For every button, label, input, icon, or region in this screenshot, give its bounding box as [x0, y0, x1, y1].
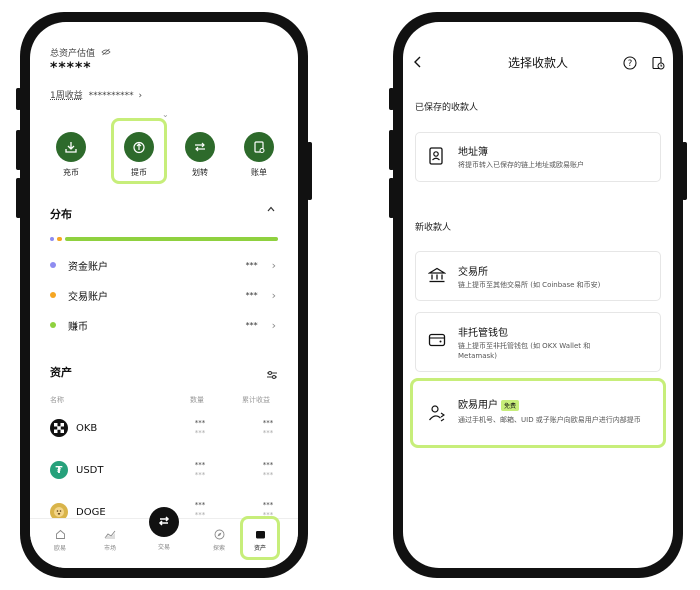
wallet-icon: [255, 531, 265, 539]
distribution-item-trading[interactable]: 交易账户 *** ›: [50, 286, 276, 304]
asset-name: DOGE: [76, 506, 106, 518]
wallet-card[interactable]: 非托管钱包 链上提币至非托管钱包 (如 OKX Wallet 和 Metamas…: [415, 312, 661, 372]
chevron-right-icon: ›: [271, 288, 276, 302]
asset-row-usdt[interactable]: ₮ USDT: [50, 458, 276, 482]
asset-pnl: *** ***: [262, 419, 274, 437]
chevron-right-icon: ›: [138, 91, 143, 101]
okx-user-title: 欧易用户: [458, 400, 498, 411]
phone-frame-left: 总资产估值 ***** 1周收益 ********** › ⌄ 充币 提币 划转…: [16, 12, 312, 578]
total-assets-row: 总资产估值: [50, 46, 111, 59]
column-qty-header: 数量: [190, 396, 204, 404]
column-name-header: 名称: [50, 396, 64, 404]
asset-qty: *** ***: [194, 419, 206, 437]
total-assets-value: *****: [50, 60, 92, 76]
exchange-title: 交易所: [458, 267, 488, 278]
bills-label: 账单: [251, 168, 267, 177]
deposit-button[interactable]: 充币: [47, 132, 95, 178]
chevron-right-icon: ›: [271, 318, 276, 332]
week-pnl-value: **********: [88, 91, 134, 101]
transfer-button[interactable]: 划转: [176, 132, 224, 178]
bills-button[interactable]: 账单: [235, 132, 283, 178]
asset-pnl: *** ***: [262, 461, 274, 479]
distribution-item-funding[interactable]: 资金账户 *** ›: [50, 256, 276, 274]
tab-market[interactable]: 市场: [90, 529, 130, 552]
svg-text:?: ?: [628, 59, 633, 69]
filter-icon[interactable]: [266, 365, 278, 384]
chevron-up-icon[interactable]: [266, 205, 276, 216]
tab-label: 资产: [253, 545, 266, 552]
wallet-desc: 链上提币至非托管钱包 (如 OKX Wallet 和 Metamask): [458, 342, 591, 360]
new-recipients-header: 新收款人: [415, 223, 452, 233]
wallet-title: 非托管钱包: [458, 328, 508, 339]
asset-row-okb[interactable]: OKB: [50, 416, 276, 440]
distribution-title: 分布: [50, 208, 72, 221]
tab-trade[interactable]: 交易: [144, 507, 184, 551]
address-book-title: 地址簿: [458, 147, 488, 158]
wallet-icon: [428, 332, 446, 352]
home-icon: [55, 529, 65, 539]
distribution-item-value: ***: [245, 290, 258, 300]
distribution-item-earn[interactable]: 赚币 *** ›: [50, 316, 276, 334]
transfer-icon: [185, 132, 215, 162]
market-chart-icon: [104, 530, 116, 539]
user-transfer-icon: [428, 404, 446, 426]
bottom-tab-bar: 欧易 市场 交易 探索 资产: [30, 507, 298, 568]
select-recipient-screen: 选择收款人 ? 已保存的收款人 地址簿 将提币转入已保存的链上地址或欧易账户 新…: [403, 22, 673, 568]
column-pnl-header: 累计收益: [242, 396, 270, 404]
chevron-down-icon: ⌄: [162, 110, 169, 119]
deposit-label: 充币: [63, 168, 79, 177]
address-book-card[interactable]: 地址簿 将提币转入已保存的链上地址或欧易账户: [415, 132, 661, 182]
usdt-icon: ₮: [50, 461, 68, 479]
trade-swap-icon: [149, 507, 179, 537]
tab-label: 市场: [103, 545, 116, 552]
assets-screen: 总资产估值 ***** 1周收益 ********** › ⌄ 充币 提币 划转…: [30, 22, 298, 568]
assets-title: 资产: [50, 366, 72, 379]
distribution-item-value: ***: [245, 260, 258, 270]
okx-user-card[interactable]: 欧易用户 免费 通过手机号、邮箱、UID 或子账户向欧易用户进行内部提币: [415, 383, 661, 443]
distribution-item-value: ***: [245, 320, 258, 330]
okb-icon: [50, 419, 68, 437]
transfer-label: 划转: [192, 168, 208, 177]
bill-icon: [244, 132, 274, 162]
distribution-item-label: 交易账户: [68, 291, 108, 303]
tab-assets[interactable]: 资产: [240, 529, 280, 552]
phone-frame-right: 选择收款人 ? 已保存的收款人 地址簿 将提币转入已保存的链上地址或欧易账户 新…: [389, 12, 687, 578]
exchange-desc: 链上提币至其他交易所 (如 Coinbase 和币安): [458, 281, 601, 289]
asset-qty: *** ***: [194, 501, 206, 519]
address-book-icon: [428, 147, 444, 169]
asset-name: USDT: [76, 464, 104, 476]
asset-name: OKB: [76, 422, 98, 434]
distribution-item-label: 资金账户: [68, 261, 108, 273]
withdraw-icon: [124, 132, 154, 162]
saved-recipients-header: 已保存的收款人: [415, 103, 479, 113]
free-badge: 免费: [501, 399, 520, 411]
asset-qty: *** ***: [194, 461, 206, 479]
compass-icon: [214, 529, 224, 540]
okx-user-title-row: 欧易用户 免费: [458, 396, 520, 411]
tab-label: 欧易: [53, 545, 66, 552]
tab-explore[interactable]: 探索: [199, 529, 239, 552]
eye-off-icon[interactable]: [101, 48, 111, 59]
tab-label: 探索: [212, 545, 225, 552]
exchange-card[interactable]: 交易所 链上提币至其他交易所 (如 Coinbase 和币安): [415, 251, 661, 301]
bank-icon: [427, 267, 447, 287]
tab-label: 交易: [157, 544, 170, 551]
help-icon[interactable]: ?: [623, 55, 637, 74]
total-assets-label: 总资产估值: [50, 49, 96, 59]
address-book-desc: 将提币转入已保存的链上地址或欧易账户: [458, 161, 584, 169]
chevron-right-icon: ›: [271, 258, 276, 272]
withdraw-label: 提币: [131, 168, 147, 177]
history-icon[interactable]: [651, 55, 665, 74]
deposit-icon: [56, 132, 86, 162]
tab-home[interactable]: 欧易: [40, 529, 80, 552]
withdraw-button[interactable]: 提币: [115, 132, 163, 178]
week-pnl-row[interactable]: 1周收益 ********** ›: [50, 88, 142, 101]
distribution-item-label: 赚币: [68, 321, 88, 333]
distribution-bar: [50, 237, 278, 241]
okx-user-desc: 通过手机号、邮箱、UID 或子账户向欧易用户进行内部提币: [458, 416, 641, 424]
week-pnl-label: 1周收益: [50, 91, 83, 101]
